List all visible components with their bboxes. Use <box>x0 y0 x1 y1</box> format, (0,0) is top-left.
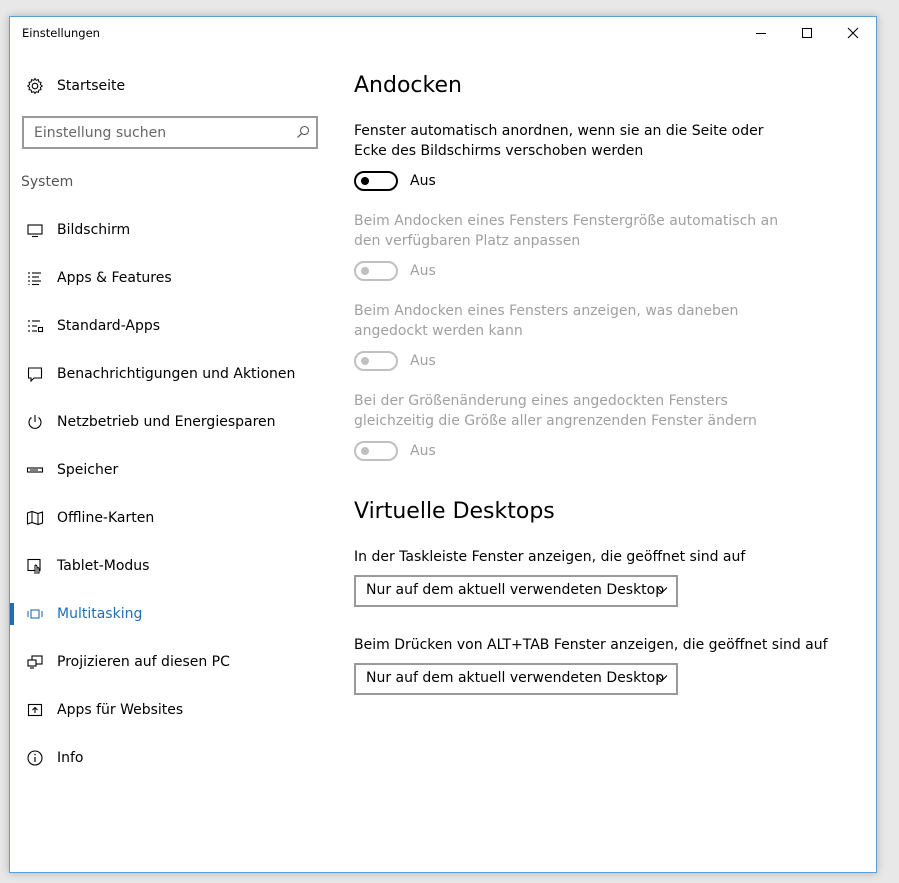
chevron-down-icon <box>656 587 668 594</box>
sidebar-item-apps-features[interactable]: Apps & Features <box>10 254 330 302</box>
taskbar-dropdown[interactable]: Nur auf dem aktuell verwendeten Desktop <box>354 575 678 607</box>
notification-icon <box>26 365 44 383</box>
toggle-state-label: Aus <box>410 263 436 279</box>
close-button[interactable] <box>830 17 876 49</box>
active-indicator <box>10 603 14 625</box>
minimize-button[interactable] <box>738 17 784 49</box>
info-icon <box>26 749 44 767</box>
toggle-switch <box>354 351 398 371</box>
sidebar-item-bildschirm[interactable]: Bildschirm <box>10 206 330 254</box>
sidebar-item-label: Apps für Websites <box>57 702 184 718</box>
search-icon[interactable] <box>296 125 310 139</box>
toggle-state-label: Aus <box>410 353 436 369</box>
dropdown-value: Nur auf dem aktuell verwendeten Desktop <box>366 582 665 598</box>
snap-toggle-2: Aus <box>354 260 436 282</box>
monitor-icon <box>26 221 44 239</box>
maximize-icon <box>802 28 812 38</box>
tablet-icon <box>26 557 44 575</box>
sidebar-item-info[interactable]: Info <box>10 734 330 782</box>
nav-home[interactable]: Startseite <box>10 62 330 110</box>
list-icon <box>26 269 44 287</box>
close-icon <box>847 27 859 39</box>
snap-toggle-1[interactable]: Aus <box>354 170 436 192</box>
sidebar-item-label: Info <box>57 750 84 766</box>
snap-setting-4-description: Bei der Größenänderung eines angedockten… <box>354 393 757 429</box>
web-apps-icon <box>26 701 44 719</box>
multitasking-icon <box>26 605 44 623</box>
toggle-switch <box>354 441 398 461</box>
sidebar-item-label: Netzbetrieb und Energiesparen <box>57 414 276 430</box>
search-box[interactable] <box>22 116 318 149</box>
nav-home-label: Startseite <box>57 78 126 94</box>
default-apps-icon <box>26 317 44 335</box>
sidebar-item-label: Tablet-Modus <box>57 558 150 574</box>
sidebar-item-speicher[interactable]: Speicher <box>10 446 330 494</box>
sidebar-item-label: Speicher <box>57 462 119 478</box>
snap-toggle-4: Aus <box>354 440 436 462</box>
window-title: Einstellungen <box>22 26 100 40</box>
sidebar-item-multitasking[interactable]: Multitasking <box>10 590 330 638</box>
snap-setting-2-description: Beim Andocken eines Fensters Fenstergröß… <box>354 213 779 249</box>
sidebar-item-netzbetrieb[interactable]: Netzbetrieb und Energiesparen <box>10 398 330 446</box>
title-bar[interactable]: Einstellungen <box>10 17 876 49</box>
toggle-state-label: Aus <box>410 173 436 189</box>
toggle-knob <box>361 177 369 185</box>
sidebar-item-label: Bildschirm <box>57 222 131 238</box>
toggle-knob <box>361 267 369 275</box>
sidebar-item-projizieren[interactable]: Projizieren auf diesen PC <box>10 638 330 686</box>
gear-icon <box>26 77 44 95</box>
power-icon <box>26 413 44 431</box>
maximize-button[interactable] <box>784 17 830 49</box>
project-icon <box>26 653 44 671</box>
sidebar-item-label: Benachrichtigungen und Aktionen <box>57 366 296 382</box>
sidebar-item-label: Multitasking <box>57 606 143 622</box>
sidebar-item-apps-websites[interactable]: Apps für Websites <box>10 686 330 734</box>
search-input[interactable] <box>34 123 284 143</box>
virtual-desktops-heading: Virtuelle Desktops <box>354 499 555 524</box>
sidebar-item-benachrichtigungen[interactable]: Benachrichtigungen und Aktionen <box>10 350 330 398</box>
alttab-dropdown[interactable]: Nur auf dem aktuell verwendeten Desktop <box>354 663 678 695</box>
toggle-knob <box>361 447 369 455</box>
toggle-switch[interactable] <box>354 171 398 191</box>
chevron-down-icon <box>656 675 668 682</box>
snap-toggle-3: Aus <box>354 350 436 372</box>
toggle-state-label: Aus <box>410 443 436 459</box>
map-icon <box>26 509 44 527</box>
sidebar-item-label: Standard-Apps <box>57 318 161 334</box>
sidebar-item-offline-karten[interactable]: Offline-Karten <box>10 494 330 542</box>
toggle-knob <box>361 357 369 365</box>
sidebar-item-label: Offline-Karten <box>57 510 155 526</box>
snap-setting-1-description: Fenster automatisch anordnen, wenn sie a… <box>354 123 764 159</box>
minimize-icon <box>756 33 766 34</box>
toggle-switch <box>354 261 398 281</box>
alttab-setting-label: Beim Drücken von ALT+TAB Fenster anzeige… <box>354 637 828 653</box>
storage-icon <box>26 461 44 479</box>
snap-heading: Andocken <box>354 73 462 98</box>
sidebar-item-standard-apps[interactable]: Standard-Apps <box>10 302 330 350</box>
taskbar-setting-label: In der Taskleiste Fenster anzeigen, die … <box>354 549 746 565</box>
settings-window: Einstellungen Startseite System Bil <box>9 16 877 873</box>
snap-setting-3-description: Beim Andocken eines Fensters anzeigen, w… <box>354 303 739 339</box>
sidebar-item-tablet-modus[interactable]: Tablet-Modus <box>10 542 330 590</box>
dropdown-value: Nur auf dem aktuell verwendeten Desktop <box>366 670 665 686</box>
sidebar-item-label: Projizieren auf diesen PC <box>57 654 230 670</box>
section-label: System <box>21 174 74 190</box>
sidebar-item-label: Apps & Features <box>57 270 172 286</box>
